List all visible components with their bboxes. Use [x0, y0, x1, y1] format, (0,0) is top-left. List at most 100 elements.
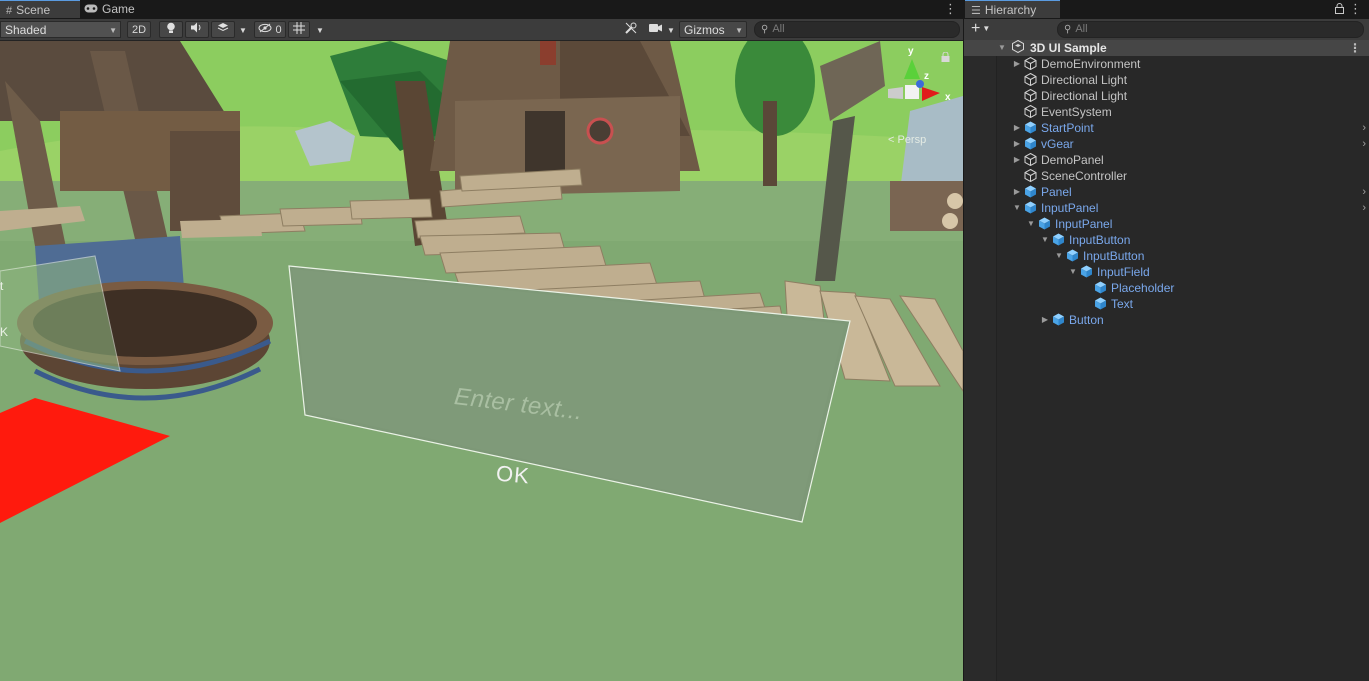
chevron-right-icon[interactable]: ▶ — [1012, 120, 1022, 136]
hierarchy-item-panel[interactable]: ▶ Panel › — [964, 184, 1369, 200]
prefab-open-arrow-icon[interactable]: › — [1362, 136, 1366, 152]
chevron-down-icon: ▼ — [735, 26, 743, 35]
hierarchy-item-scenecontroller[interactable]: SceneController — [964, 168, 1369, 184]
prefab-open-arrow-icon[interactable]: › — [1362, 184, 1366, 200]
hierarchy-item-inputpanel[interactable]: ▼ InputPanel › — [964, 200, 1369, 216]
chevron-down-icon[interactable]: ▼ — [1040, 232, 1050, 248]
hierarchy-search-input[interactable]: ⚲ All — [1057, 21, 1364, 38]
toggle-2d-button[interactable]: 2D — [127, 21, 151, 38]
left-panel-button-fragment: K — [0, 325, 9, 339]
scene-view-panel: # Scene Game ⋮ Shaded ▼ 2D ▼ 0 ▼ ▼ Gizmo… — [0, 0, 963, 681]
tools-button[interactable] — [621, 21, 641, 38]
hierarchy-item-inputbutton[interactable]: ▼ InputButton — [964, 248, 1369, 264]
hierarchy-item-label: Directional Light — [1041, 73, 1128, 87]
audio-toggle-button[interactable] — [185, 21, 209, 38]
wrench-icon — [625, 22, 637, 37]
scene-visibility-button[interactable]: 0 — [254, 21, 286, 38]
prefab-open-arrow-icon[interactable]: › — [1362, 200, 1366, 216]
hierarchy-item-label: InputPanel — [1055, 217, 1113, 231]
hierarchy-item-inputfield[interactable]: ▼ InputField — [964, 264, 1369, 280]
grid-dropdown[interactable]: ▼ — [313, 21, 327, 38]
hierarchy-more-menu-icon[interactable]: ⋮ — [1349, 0, 1362, 19]
hierarchy-item-label: Placeholder — [1111, 281, 1175, 295]
chevron-right-icon[interactable]: ▶ — [1012, 56, 1022, 72]
hierarchy-item-label: Button — [1069, 313, 1104, 327]
gizmos-dropdown[interactable]: Gizmos ▼ — [679, 21, 747, 38]
camera-mode-label[interactable]: < Persp — [888, 134, 926, 146]
scene-search-input[interactable]: ⚲ All — [754, 21, 960, 38]
prefab-cube-icon — [1066, 249, 1079, 262]
hierarchy-item-label: InputButton — [1069, 233, 1131, 247]
camera-settings-dropdown[interactable]: ▼ — [665, 21, 677, 38]
hierarchy-item-button[interactable]: ▶ Button — [964, 312, 1369, 328]
prefab-cube-icon — [1052, 313, 1065, 326]
hierarchy-item-demoenvironment[interactable]: ▶ DemoEnvironment — [964, 56, 1369, 72]
prefab-cube-icon — [1080, 265, 1093, 278]
hierarchy-item-text[interactable]: Text — [964, 296, 1369, 312]
chevron-down-icon[interactable]: ▼ — [1026, 216, 1036, 232]
lightbulb-icon — [166, 22, 176, 37]
gameobject-cube-icon — [1024, 152, 1037, 167]
left-panel-text-fragment: t — [0, 279, 4, 293]
tab-game[interactable]: Game — [84, 0, 154, 19]
hierarchy-item-placeholder[interactable]: Placeholder — [964, 280, 1369, 296]
prefab-open-arrow-icon[interactable]: › — [1362, 120, 1366, 136]
prefab-cube-icon — [1024, 185, 1037, 198]
world-ok-button[interactable]: OK — [495, 461, 531, 490]
chevron-down-icon[interactable]: ▼ — [1068, 264, 1078, 280]
hierarchy-item-inputbutton[interactable]: ▼ InputButton — [964, 232, 1369, 248]
scene-row-menu-icon[interactable]: ⋮ — [1349, 40, 1361, 56]
hierarchy-item-label: DemoEnvironment — [1041, 57, 1141, 71]
gameobject-cube-icon — [1024, 168, 1037, 183]
hierarchy-item-label: EventSystem — [1041, 105, 1112, 119]
shading-mode-dropdown[interactable]: Shaded ▼ — [0, 21, 121, 38]
lighting-toggle-button[interactable] — [159, 21, 183, 38]
lock-icon[interactable] — [941, 52, 951, 62]
hierarchy-item-directional-light[interactable]: Directional Light — [964, 72, 1369, 88]
effects-toggle-button[interactable] — [211, 21, 235, 38]
effects-dropdown[interactable]: ▼ — [236, 21, 250, 38]
chevron-down-icon: ▼ — [316, 26, 324, 35]
prefab-cube-icon — [1024, 201, 1037, 214]
hierarchy-item-label: DemoPanel — [1041, 153, 1104, 167]
hierarchy-item-inputpanel[interactable]: ▼ InputPanel — [964, 216, 1369, 232]
chevron-down-icon: ▼ — [982, 24, 991, 33]
hierarchy-item-label: Text — [1111, 297, 1134, 311]
scene-row[interactable]: ▼ 3D UI Sample ⋮ — [964, 39, 1369, 56]
hierarchy-panel: ☰ Hierarchy ⋮ + ▼ ⚲ All ▼ 3D UI Sample ⋮ ▶ D… — [964, 0, 1369, 681]
chevron-down-icon[interactable]: ▼ — [997, 40, 1007, 56]
chevron-down-icon[interactable]: ▼ — [1054, 248, 1064, 264]
hierarchy-item-vgear[interactable]: ▶ vGear › — [964, 136, 1369, 152]
hierarchy-item-demopanel[interactable]: ▶ DemoPanel — [964, 152, 1369, 168]
chevron-right-icon[interactable]: ▶ — [1012, 152, 1022, 168]
chevron-down-icon[interactable]: ▼ — [1012, 200, 1022, 216]
chevron-down-icon: ▼ — [109, 26, 117, 35]
tab-hierarchy[interactable]: ☰ Hierarchy — [965, 0, 1060, 18]
grid-toggle-button[interactable] — [288, 21, 310, 38]
hierarchy-item-directional-light[interactable]: Directional Light — [964, 88, 1369, 104]
gameobject-cube-icon — [1024, 88, 1037, 103]
chevron-right-icon[interactable]: ▶ — [1012, 184, 1022, 200]
chevron-down-icon: ▼ — [239, 26, 247, 35]
hierarchy-tab-bar: ☰ Hierarchy ⋮ — [964, 0, 1369, 19]
camera-settings-button[interactable] — [645, 21, 665, 38]
add-object-button[interactable]: + ▼ — [971, 20, 990, 38]
chevron-right-icon[interactable]: ▶ — [1040, 312, 1050, 328]
hierarchy-toolbar: + ▼ ⚲ All — [964, 19, 1369, 41]
scene-toolbar: Shaded ▼ 2D ▼ 0 ▼ ▼ Gizmos ▼ ⚲ All — [0, 19, 963, 41]
prefab-cube-icon — [1038, 217, 1051, 230]
gamepad-icon — [84, 1, 98, 20]
hierarchy-item-label: InputField — [1097, 265, 1150, 279]
speaker-icon — [191, 22, 203, 36]
tab-scene[interactable]: # Scene — [0, 0, 80, 18]
hierarchy-item-startpoint[interactable]: ▶ StartPoint › — [964, 120, 1369, 136]
scene-more-menu-icon[interactable]: ⋮ — [944, 0, 957, 19]
search-icon: ⚲ — [1064, 24, 1072, 35]
scene-viewport[interactable]: y x z < Persp t K Enter text... OK — [0, 41, 963, 681]
chevron-down-icon: ▼ — [667, 26, 675, 35]
chevron-right-icon[interactable]: ▶ — [1012, 136, 1022, 152]
hierarchy-item-label: Directional Light — [1041, 89, 1128, 103]
hierarchy-item-eventsystem[interactable]: EventSystem — [964, 104, 1369, 120]
lock-icon[interactable] — [1335, 3, 1344, 17]
layers-icon — [217, 23, 229, 36]
